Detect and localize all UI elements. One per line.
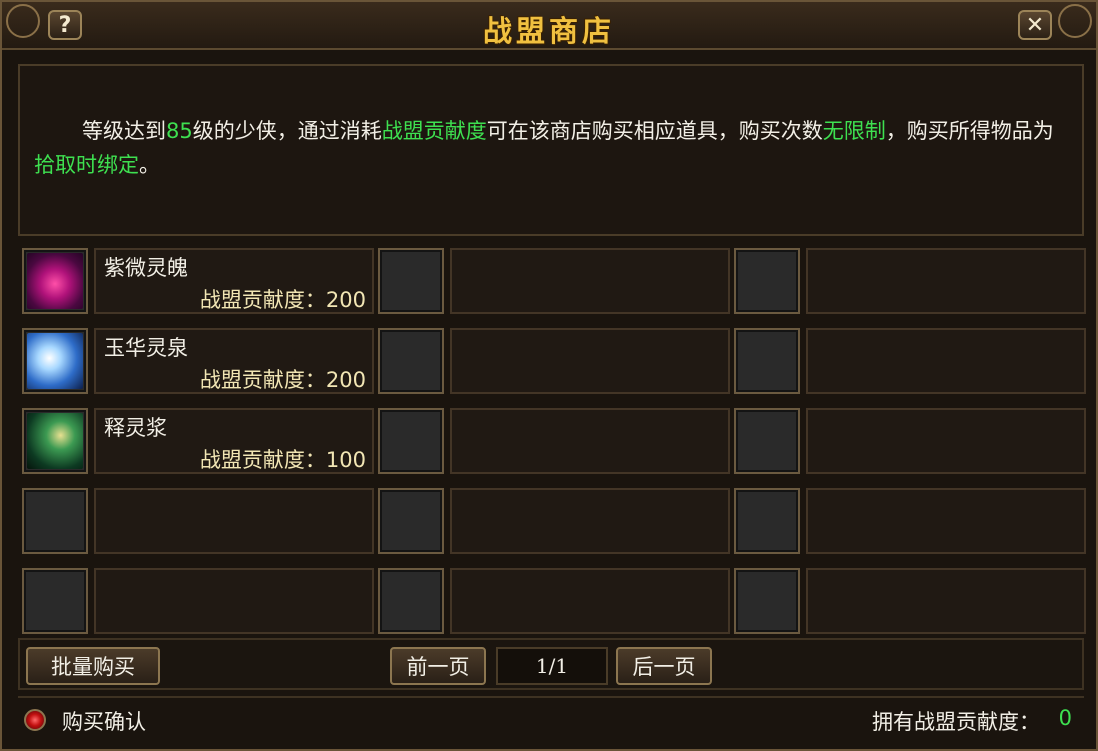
empty-slot[interactable]	[378, 328, 444, 394]
title-bar: ? 战盟商店 ✕	[2, 2, 1096, 50]
grid-row: 释灵浆 战盟贡献度：100	[22, 408, 1088, 476]
empty-slot[interactable]	[378, 568, 444, 634]
bulk-buy-button[interactable]: 批量购买	[26, 647, 160, 685]
desc-text: ，购买所得物品为	[885, 119, 1054, 143]
empty-cell	[450, 328, 730, 394]
empty-cell	[806, 568, 1086, 634]
empty-cell	[450, 488, 730, 554]
cost-label: 战盟贡献度：	[199, 448, 326, 472]
owned-points-label: 拥有战盟贡献度：	[872, 710, 1040, 734]
purple-gem-icon	[27, 253, 83, 309]
level-requirement: 85	[166, 119, 193, 143]
info-panel: 等级达到85级的少侠，通过消耗战盟贡献度可在该商店购买相应道具，购买次数无限制，…	[18, 64, 1084, 236]
item-cost: 战盟贡献度：200	[200, 364, 366, 394]
window-title: 战盟商店	[482, 14, 615, 48]
currency-name: 战盟贡献度	[381, 119, 487, 143]
empty-slot[interactable]	[22, 568, 88, 634]
empty-cell	[806, 408, 1086, 474]
empty-cell	[94, 488, 374, 554]
item-slot[interactable]	[22, 328, 88, 394]
purchase-limit: 无限制	[822, 119, 886, 143]
footer-bar: 购买确认 拥有战盟贡献度： 0	[18, 696, 1084, 742]
empty-cell	[806, 328, 1086, 394]
guild-shop-window: ? 战盟商店 ✕ 等级达到85级的少侠，通过消耗战盟贡献度可在该商店购买相应道具…	[0, 0, 1098, 751]
empty-slot[interactable]	[22, 488, 88, 554]
grid-row	[22, 488, 1088, 556]
purchase-confirm-label: 购买确认	[62, 710, 146, 734]
spirit-wand-icon	[27, 413, 83, 469]
desc-text: 等级达到	[82, 119, 166, 143]
page-indicator: 1/1	[496, 647, 608, 685]
empty-cell	[450, 248, 730, 314]
grid-row: 玉华灵泉 战盟贡献度：200	[22, 328, 1088, 396]
empty-slot[interactable]	[734, 248, 800, 314]
empty-slot[interactable]	[734, 488, 800, 554]
empty-slot[interactable]	[734, 408, 800, 474]
cost-label: 战盟贡献度：	[199, 288, 326, 312]
desc-text: 可在该商店购买相应道具，购买次数	[486, 119, 823, 143]
item-cost: 战盟贡献度：100	[200, 444, 366, 474]
item-grid: 紫微灵魄 战盟贡献度：200 玉华灵泉 战盟贡献度：200 释灵浆 战盟贡献度：…	[22, 248, 1088, 636]
grid-row	[22, 568, 1088, 636]
cost-value: 100	[325, 448, 366, 472]
cost-value: 200	[325, 368, 366, 392]
empty-slot[interactable]	[378, 408, 444, 474]
desc-text: 。	[139, 153, 160, 177]
empty-slot[interactable]	[734, 568, 800, 634]
owned-points-value: 0	[1058, 706, 1072, 730]
item-slot[interactable]	[22, 248, 88, 314]
jade-spring-icon	[27, 333, 83, 389]
next-page-button[interactable]: 后一页	[616, 647, 712, 685]
empty-cell	[806, 248, 1086, 314]
empty-cell	[450, 408, 730, 474]
item-info-cell[interactable]: 玉华灵泉 战盟贡献度：200	[94, 328, 374, 394]
empty-slot[interactable]	[378, 488, 444, 554]
bind-rule: 拾取时绑定	[34, 153, 139, 177]
empty-cell	[806, 488, 1086, 554]
item-info-cell[interactable]: 释灵浆 战盟贡献度：100	[94, 408, 374, 474]
item-name: 玉华灵泉	[104, 336, 188, 360]
close-button[interactable]: ✕	[1018, 10, 1052, 40]
cost-label: 战盟贡献度：	[199, 368, 326, 392]
empty-cell	[94, 568, 374, 634]
cost-value: 200	[325, 288, 366, 312]
item-info-cell[interactable]: 紫微灵魄 战盟贡献度：200	[94, 248, 374, 314]
empty-cell	[450, 568, 730, 634]
item-cost: 战盟贡献度：200	[200, 284, 366, 314]
shop-description: 等级达到85级的少侠，通过消耗战盟贡献度可在该商店购买相应道具，购买次数无限制，…	[34, 114, 1074, 182]
item-name: 紫微灵魄	[104, 256, 188, 280]
purchase-confirm-radio[interactable]	[24, 709, 46, 731]
desc-text: 级的少侠，通过消耗	[192, 119, 382, 143]
empty-slot[interactable]	[734, 328, 800, 394]
item-name: 释灵浆	[104, 416, 167, 440]
empty-slot[interactable]	[378, 248, 444, 314]
grid-row: 紫微灵魄 战盟贡献度：200	[22, 248, 1088, 316]
prev-page-button[interactable]: 前一页	[390, 647, 486, 685]
item-slot[interactable]	[22, 408, 88, 474]
